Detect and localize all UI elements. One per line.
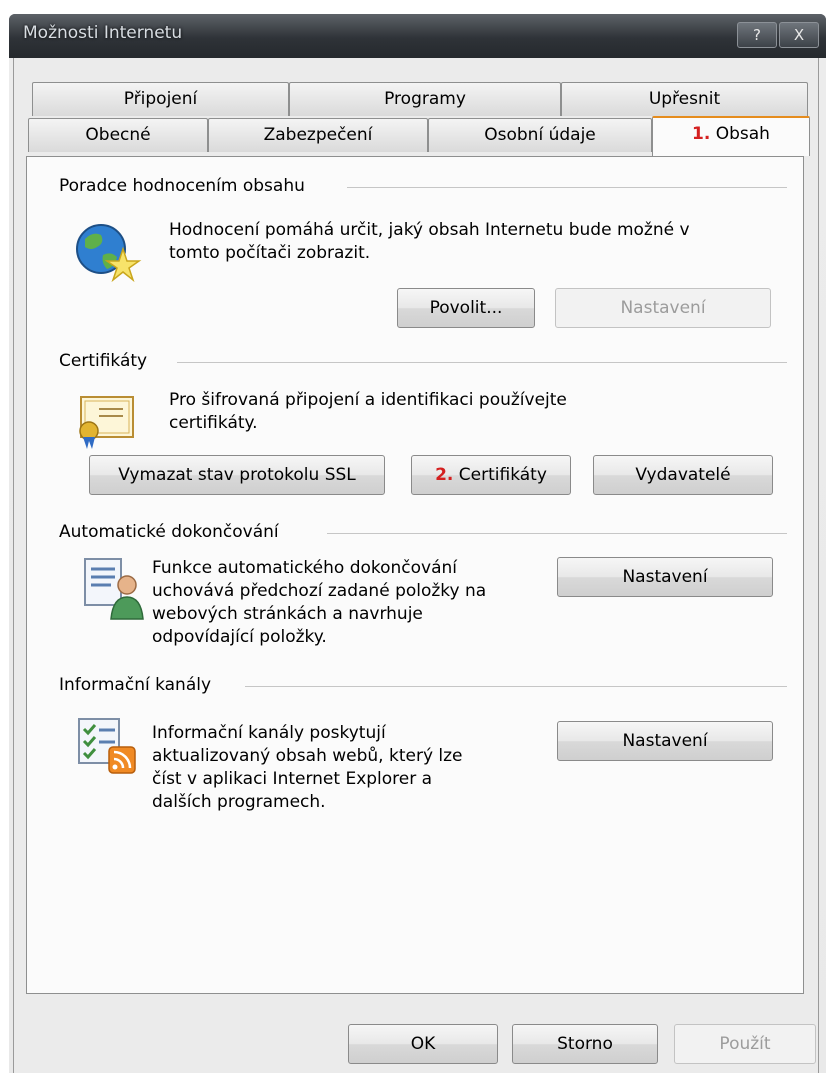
autocomplete-description-line-1: Funkce automatického dokončování [152, 558, 458, 578]
content-advisor-globe-icon [76, 224, 142, 283]
tab-zabezpeceni[interactable]: Zabezpečení [208, 118, 428, 152]
step-1-marker: 1. [692, 124, 711, 144]
certificates-description-line-2: certifikáty. [169, 413, 258, 433]
clear-ssl-state-button[interactable]: Vymazat stav protokolu SSL [89, 455, 385, 495]
content-tab-panel: Poradce hodnocením obsahu Hodnocení pomá… [26, 156, 804, 994]
content-advisor-description-line-1: Hodnocení pomáhá určit, jaký obsah Inter… [169, 220, 690, 240]
certificates-title: Certifikáty [59, 351, 160, 371]
tab-obecne[interactable]: Obecné [28, 118, 208, 152]
autocomplete-user-form-icon [84, 558, 144, 620]
autocomplete-description-line-3: webových stránkách a navrhuje [152, 604, 423, 624]
tab-osobni-udaje[interactable]: Osobní údaje [428, 118, 652, 152]
feeds-settings-button[interactable]: Nastavení [557, 721, 773, 761]
publishers-button[interactable]: Vydavatelé [593, 455, 773, 495]
content-advisor-description-line-2: tomto počítači zobrazit. [169, 243, 371, 263]
tab-obsah-label: Obsah [715, 124, 770, 144]
certificates-divider [177, 362, 787, 363]
feeds-title: Informační kanály [59, 675, 224, 695]
cancel-button[interactable]: Storno [512, 1024, 658, 1064]
certificate-icon [79, 396, 134, 449]
autocomplete-settings-button[interactable]: Nastavení [557, 557, 773, 597]
tab-obsah[interactable]: 1. Obsah [652, 116, 810, 156]
autocomplete-description-line-4: odpovídající položky. [152, 627, 327, 647]
tab-pripojeni[interactable]: Připojení [32, 82, 289, 116]
feeds-description-line-3: číst v aplikaci Internet Explorer a [152, 769, 433, 789]
feeds-description-line-4: dalších programech. [152, 792, 326, 812]
ok-button[interactable]: OK [348, 1024, 498, 1064]
feeds-divider [245, 686, 787, 687]
feeds-icon [78, 718, 136, 774]
autocomplete-divider [327, 533, 787, 534]
step-2-marker: 2. [435, 465, 454, 485]
certificates-button[interactable]: 2. Certifikáty [411, 455, 571, 495]
title-bar[interactable]: Možnosti Internetu ? X [9, 14, 826, 58]
content-advisor-settings-button[interactable]: Nastavení [555, 288, 771, 328]
autocomplete-description-line-2: uchovává předchozí zadané položky na [152, 581, 487, 601]
window-title: Možnosti Internetu [23, 23, 183, 43]
enable-button[interactable]: Povolit... [397, 288, 535, 328]
apply-button[interactable]: Použít [674, 1024, 816, 1064]
feeds-description-line-2: aktualizovaný obsah webů, který lze [152, 746, 463, 766]
feeds-description-line-1: Informační kanály poskytují [152, 723, 386, 743]
content-advisor-divider [347, 187, 787, 188]
content-advisor-title: Poradce hodnocením obsahu [59, 176, 317, 196]
autocomplete-title: Automatické dokončování [59, 522, 291, 542]
certificates-button-label: Certifikáty [458, 465, 547, 485]
help-button[interactable]: ? [737, 22, 777, 48]
tab-programy[interactable]: Programy [289, 82, 561, 116]
tab-upresnit[interactable]: Upřesnit [561, 82, 808, 116]
close-button[interactable]: X [779, 22, 819, 48]
certificates-description-line-1: Pro šifrovaná připojení a identifikaci p… [169, 390, 567, 410]
